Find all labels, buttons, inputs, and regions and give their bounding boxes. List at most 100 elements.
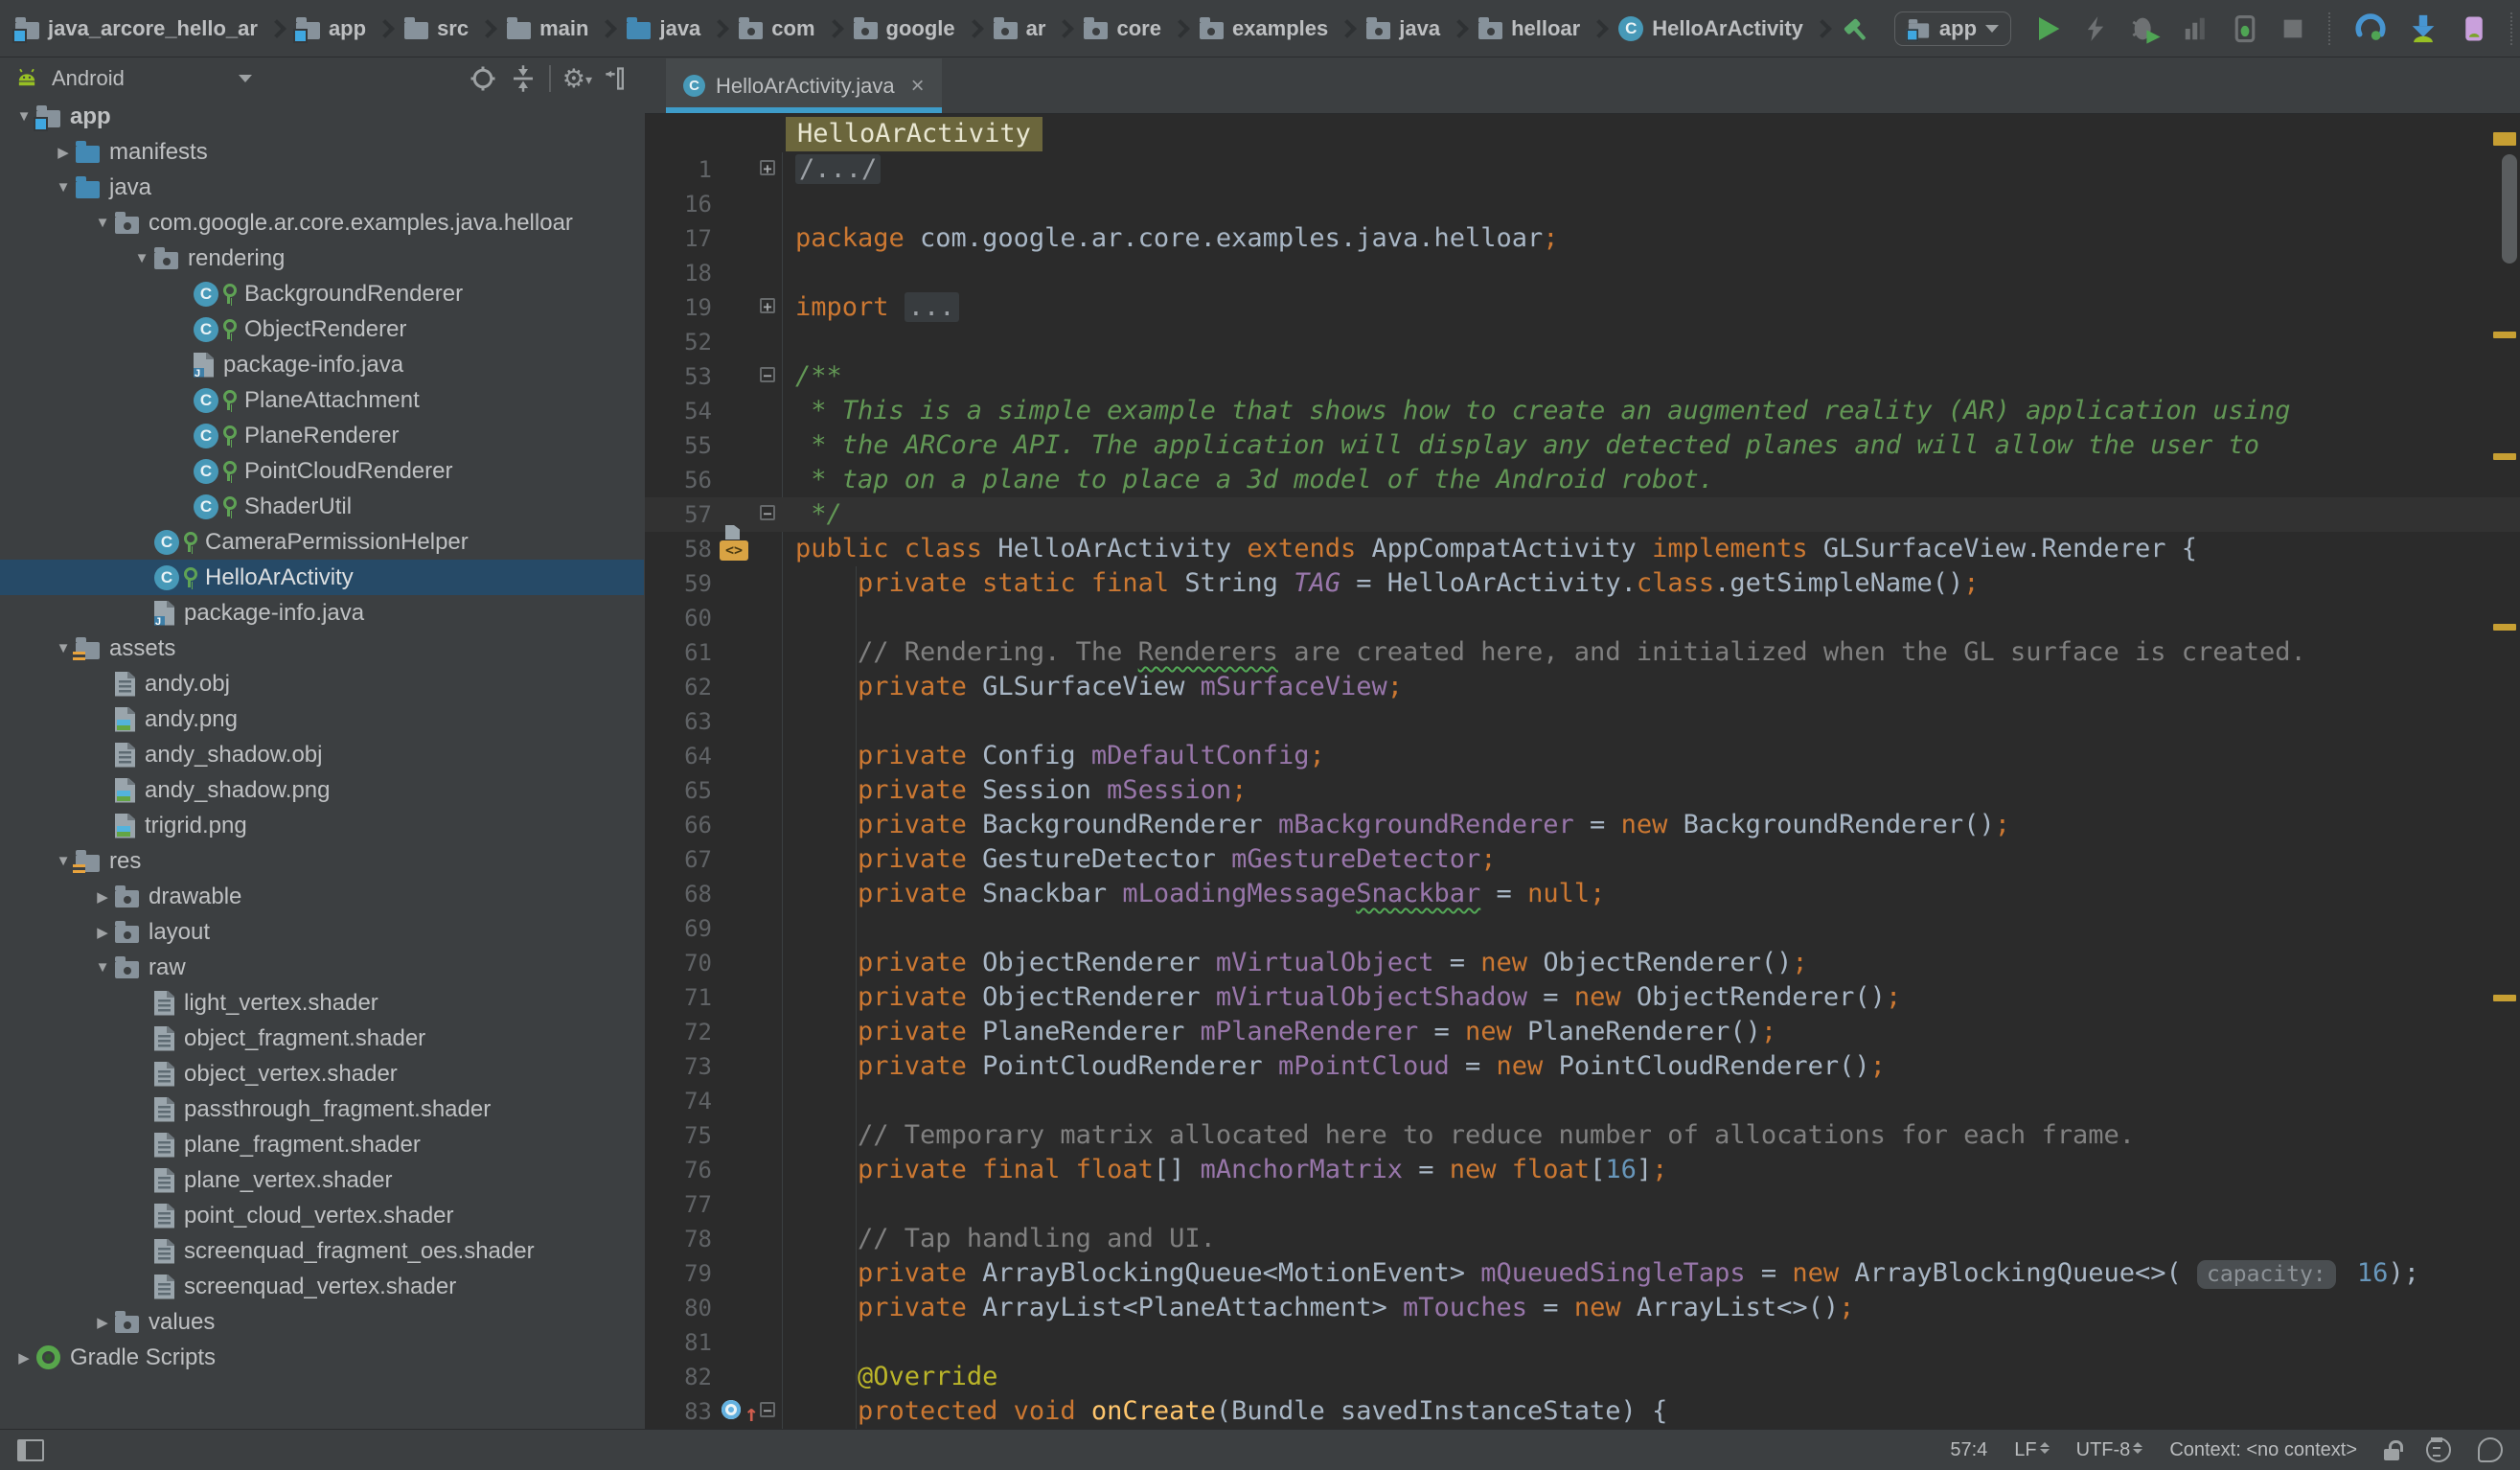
tree-item-manifests[interactable]: ▶manifests <box>0 134 644 170</box>
line-number[interactable]: 61 <box>645 635 712 670</box>
tree-item-rendering[interactable]: ▼rendering <box>0 241 644 276</box>
code-line-18[interactable]: 18 <box>645 256 2520 290</box>
lock-open-icon[interactable] <box>2384 1449 2399 1460</box>
tree-item-helloaractivity[interactable]: CHelloArActivity <box>0 560 644 595</box>
tree-item-object-vertex-shader[interactable]: object_vertex.shader <box>0 1056 644 1091</box>
code-line-56[interactable]: 56 * tap on a plane to place a 3d model … <box>645 463 2520 497</box>
line-number[interactable]: 79 <box>645 1256 712 1291</box>
stripe-warning-mark[interactable] <box>2493 453 2516 460</box>
code-line-64[interactable]: 64 private Config mDefaultConfig; <box>645 739 2520 773</box>
tree-item-light-vertex-shader[interactable]: light_vertex.shader <box>0 985 644 1021</box>
line-number[interactable]: 54 <box>645 394 712 428</box>
tree-item-andy-shadow-obj[interactable]: andy_shadow.obj <box>0 737 644 772</box>
debug-icon[interactable] <box>2129 12 2162 45</box>
tree-item-object-fragment-shader[interactable]: object_fragment.shader <box>0 1021 644 1056</box>
hide-panel-icon[interactable] <box>604 65 630 92</box>
line-number[interactable]: 69 <box>645 911 712 946</box>
line-number[interactable]: 52 <box>645 325 712 359</box>
collapse-arrow-icon[interactable]: ▼ <box>90 215 115 231</box>
tree-item-camerapermissionhelper[interactable]: CCameraPermissionHelper <box>0 524 644 560</box>
line-number[interactable]: 76 <box>645 1153 712 1187</box>
line-number[interactable]: 59 <box>645 566 712 601</box>
expand-arrow-icon[interactable]: ▶ <box>90 924 115 941</box>
breadcrumb-item-main[interactable]: main <box>507 16 588 41</box>
apply-changes-icon[interactable] <box>2082 13 2109 44</box>
breadcrumb-item-ar[interactable]: ar <box>994 16 1046 41</box>
expand-arrow-icon[interactable]: ▶ <box>90 1314 115 1331</box>
tree-item-res[interactable]: ▼res <box>0 843 644 879</box>
line-number[interactable]: 65 <box>645 773 712 808</box>
tree-item-layout[interactable]: ▶layout <box>0 914 644 950</box>
code-line-78[interactable]: 78 // Tap handling and UI. <box>645 1222 2520 1256</box>
tree-item-java[interactable]: ▼java <box>0 170 644 205</box>
tree-item-package-info-java[interactable]: package-info.java <box>0 347 644 382</box>
tree-item-backgroundrenderer[interactable]: CBackgroundRenderer <box>0 276 644 311</box>
line-number[interactable]: 18 <box>645 256 712 290</box>
overrides-method-icon[interactable] <box>722 1400 741 1419</box>
sdk-manager-icon[interactable] <box>2407 12 2440 45</box>
breadcrumb-item-examples[interactable]: examples <box>1200 16 1328 41</box>
run-configuration-selector[interactable]: app <box>1894 11 2011 46</box>
code-line-69[interactable]: 69 <box>645 911 2520 946</box>
line-number[interactable]: 62 <box>645 670 712 704</box>
tree-item-andy-png[interactable]: andy.png <box>0 701 644 737</box>
code-line-62[interactable]: 62 private GLSurfaceView mSurfaceView; <box>645 670 2520 704</box>
code-line-1[interactable]: 1+/.../ <box>645 152 2520 187</box>
tree-item-assets[interactable]: ▼assets <box>0 631 644 666</box>
attach-debugger-icon[interactable] <box>2231 12 2259 45</box>
collapse-arrow-icon[interactable]: ▼ <box>129 250 154 266</box>
code-line-71[interactable]: 71 private ObjectRenderer mVirtualObject… <box>645 980 2520 1015</box>
line-number[interactable]: 16 <box>645 187 712 221</box>
toolwindow-toggle-icon[interactable] <box>17 1439 44 1461</box>
device-manager-icon[interactable] <box>2460 12 2488 45</box>
code-line-79[interactable]: 79 private ArrayBlockingQueue<MotionEven… <box>645 1256 2520 1291</box>
breadcrumb-item-core[interactable]: core <box>1084 16 1160 41</box>
fold-expand-icon[interactable]: + <box>760 298 775 313</box>
tree-item-point-cloud-vertex-shader[interactable]: point_cloud_vertex.shader <box>0 1198 644 1233</box>
breadcrumb-item-java[interactable]: java <box>627 16 700 41</box>
profiler-gauge-icon[interactable] <box>2354 12 2387 45</box>
code-line-16[interactable]: 16 <box>645 187 2520 221</box>
context-widget[interactable]: Context: <no context> <box>2169 1439 2357 1461</box>
collapse-arrow-icon[interactable]: ▼ <box>90 959 115 976</box>
line-number[interactable]: 74 <box>645 1084 712 1118</box>
caret-position[interactable]: 57:4 <box>1950 1439 1987 1461</box>
tree-item-raw[interactable]: ▼raw <box>0 950 644 985</box>
line-number[interactable]: 56 <box>645 463 712 497</box>
tree-item-screenquad-fragment-oes-shader[interactable]: screenquad_fragment_oes.shader <box>0 1233 644 1269</box>
code-line-55[interactable]: 55 * the ARCore API. The application wil… <box>645 428 2520 463</box>
code-viewport[interactable]: 1+/.../1617package com.google.ar.core.ex… <box>645 152 2520 1429</box>
tree-item-gradle-scripts[interactable]: ▶Gradle Scripts <box>0 1340 644 1375</box>
breadcrumb-item-app[interactable]: app <box>296 16 366 41</box>
code-line-61[interactable]: 61 // Rendering. The Renderers are creat… <box>645 635 2520 670</box>
breadcrumb-chip[interactable]: HelloArActivity <box>786 117 1042 151</box>
line-number[interactable]: 73 <box>645 1049 712 1084</box>
fold-collapse-icon[interactable]: − <box>760 367 775 382</box>
code-line-66[interactable]: 66 private BackgroundRenderer mBackgroun… <box>645 808 2520 842</box>
code-line-76[interactable]: 76 private final float[] mAnchorMatrix =… <box>645 1153 2520 1187</box>
highlighting-level-icon[interactable] <box>2426 1437 2451 1462</box>
collapse-all-icon[interactable] <box>509 64 538 93</box>
line-number[interactable]: 53 <box>645 359 712 394</box>
tree-item-drawable[interactable]: ▶drawable <box>0 879 644 914</box>
editor-scrollbar-thumb[interactable] <box>2502 154 2517 264</box>
profile-icon[interactable] <box>2182 13 2211 44</box>
code-line-77[interactable]: 77 <box>645 1187 2520 1222</box>
code-line-52[interactable]: 52 <box>645 325 2520 359</box>
build-hammer-icon[interactable] <box>1842 12 1874 45</box>
expand-arrow-icon[interactable]: ▶ <box>51 144 76 161</box>
line-number[interactable]: 60 <box>645 601 712 635</box>
view-dropdown-icon[interactable] <box>239 75 252 82</box>
breadcrumb-item-java_arcore_hello_ar[interactable]: java_arcore_hello_ar <box>15 16 258 41</box>
line-number[interactable]: 57 <box>645 497 712 532</box>
line-number[interactable]: 81 <box>645 1325 712 1360</box>
code-line-58[interactable]: 58<>public class HelloArActivity extends… <box>645 532 2520 566</box>
code-line-74[interactable]: 74 <box>645 1084 2520 1118</box>
line-number[interactable]: 82 <box>645 1360 712 1394</box>
tree-item-shaderutil[interactable]: CShaderUtil <box>0 489 644 524</box>
line-number[interactable]: 68 <box>645 877 712 911</box>
code-line-17[interactable]: 17package com.google.ar.core.examples.ja… <box>645 221 2520 256</box>
settings-gear-icon[interactable]: ⚙▾ <box>562 64 592 94</box>
code-line-54[interactable]: 54 * This is a simple example that shows… <box>645 394 2520 428</box>
line-number[interactable]: 64 <box>645 739 712 773</box>
